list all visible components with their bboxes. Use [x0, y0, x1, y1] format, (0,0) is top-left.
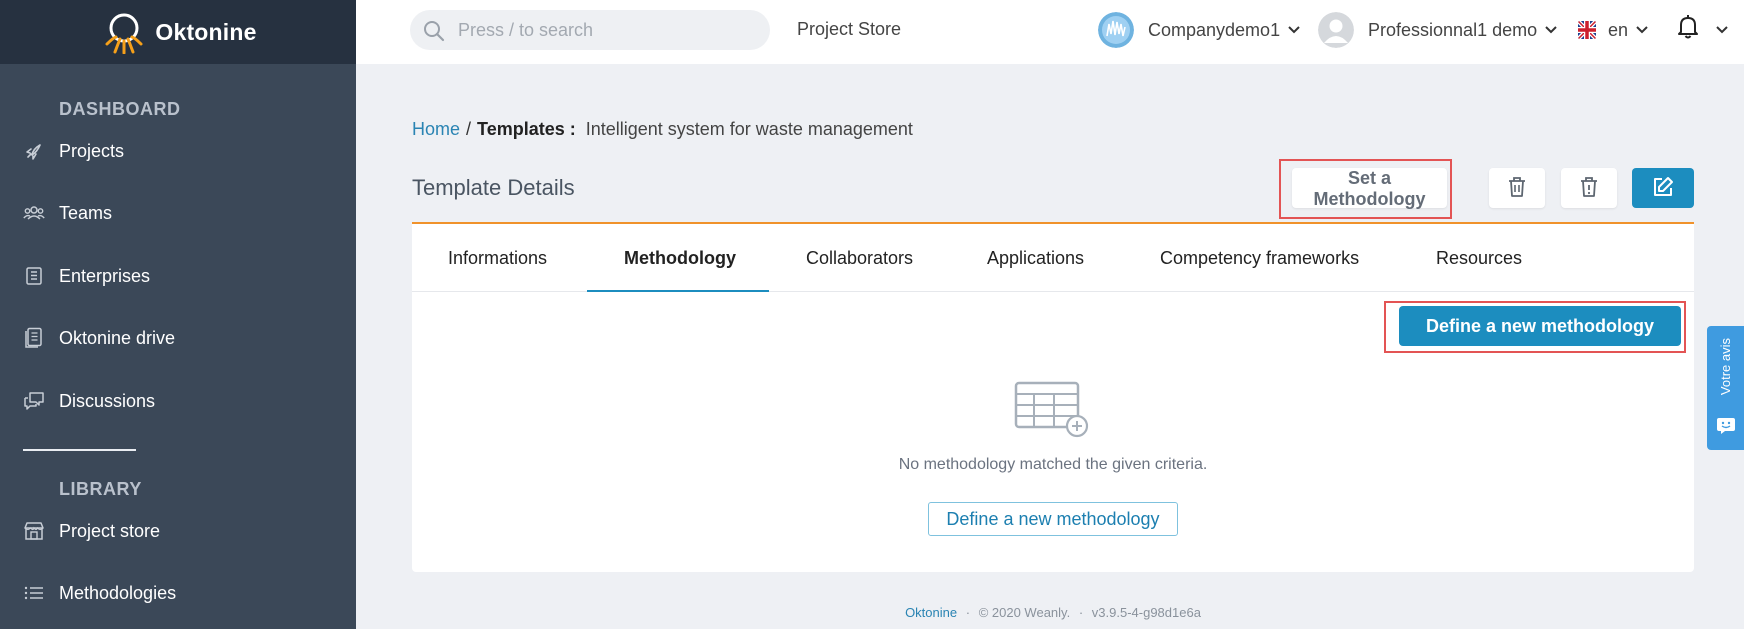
- logo[interactable]: Oktonine: [99, 10, 256, 54]
- feedback-label: Votre avis: [1718, 338, 1733, 396]
- smiley-chat-icon: [1716, 417, 1736, 440]
- delete-button[interactable]: [1489, 168, 1545, 208]
- discussion-icon: [22, 389, 46, 413]
- sidebar-item-label: Enterprises: [59, 265, 151, 286]
- tab-competency-frameworks[interactable]: Competency frameworks: [1160, 248, 1359, 269]
- company-avatar: [1098, 12, 1134, 48]
- list-icon: [22, 581, 46, 605]
- sidebar-item-teams[interactable]: Teams: [0, 193, 356, 233]
- edit-button[interactable]: [1632, 168, 1694, 208]
- sidebar-item-label: Discussions: [59, 390, 156, 411]
- footer-separator: ·: [965, 605, 971, 620]
- chevron-down-icon: [1545, 21, 1557, 39]
- page-title: Template Details: [412, 175, 575, 200]
- company-selector[interactable]: Companydemo1: [1098, 11, 1300, 49]
- trash-alert-icon: [1579, 176, 1599, 201]
- tab-collaborators[interactable]: Collaborators: [806, 248, 913, 269]
- company-name: Companydemo1: [1148, 19, 1281, 40]
- user-name: Professionnal1 demo: [1368, 19, 1538, 40]
- chevron-down-icon: [1288, 21, 1300, 39]
- sidebar-item-enterprises[interactable]: Enterprises: [0, 256, 356, 296]
- search-box[interactable]: [410, 10, 770, 50]
- rocket-icon: [22, 139, 46, 163]
- avatar: [1318, 12, 1354, 48]
- search-input[interactable]: [458, 18, 758, 42]
- sidebar-item-label: Projects: [59, 140, 125, 161]
- empty-state-message: No methodology matched the given criteri…: [898, 456, 1208, 473]
- footer-separator: ·: [1078, 605, 1084, 620]
- section-title-dashboard: DASHBOARD: [59, 99, 181, 119]
- top-bar: Project Store Companydemo1 Professionnal…: [356, 0, 1744, 64]
- sidebar-item-label: Oktonine drive: [59, 327, 176, 348]
- uk-flag-icon: [1578, 21, 1596, 39]
- set-methodology-button[interactable]: Set a Methodology: [1292, 168, 1447, 209]
- language-code: en: [1608, 19, 1629, 40]
- team-icon: [22, 201, 46, 225]
- define-methodology-button[interactable]: Define a new methodology: [1399, 306, 1681, 346]
- breadcrumb-home-link[interactable]: Home: [412, 119, 460, 140]
- sidebar-item-discussions[interactable]: Discussions: [0, 381, 356, 421]
- search-icon: [422, 19, 446, 48]
- tab-bar: Informations Methodology Collaborators A…: [412, 224, 1694, 292]
- sidebar-item-drive[interactable]: Oktonine drive: [0, 318, 356, 358]
- sidebar-item-label: Methodologies: [59, 582, 177, 603]
- user-menu[interactable]: Professionnal1 demo: [1318, 11, 1557, 49]
- tab-methodology[interactable]: Methodology: [624, 248, 736, 269]
- sidebar-item-label: Project store: [59, 520, 161, 541]
- breadcrumb-current: Intelligent system for waste management: [585, 119, 913, 139]
- footer: Oktonine · © 2020 Weanly. · v3.9.5-4-g98…: [412, 605, 1694, 620]
- trash-icon: [1507, 176, 1527, 201]
- tab-applications[interactable]: Applications: [987, 248, 1084, 269]
- sidebar-item-label: Teams: [59, 202, 113, 223]
- enterprise-icon: [22, 264, 46, 288]
- define-methodology-link-button[interactable]: Define a new methodology: [928, 502, 1178, 536]
- notifications-button[interactable]: [1676, 14, 1728, 45]
- table-add-icon: [1014, 381, 1092, 444]
- tab-resources[interactable]: Resources: [1436, 248, 1522, 269]
- footer-copyright: © 2020 Weanly.: [978, 605, 1071, 620]
- language-selector[interactable]: en: [1578, 18, 1648, 42]
- breadcrumb-separator: /: [466, 119, 472, 139]
- chevron-down-icon: [1636, 21, 1648, 39]
- footer-version: v3.9.5-4-g98d1e6a: [1091, 605, 1201, 620]
- report-delete-button[interactable]: [1561, 168, 1617, 208]
- octopus-logo-icon: [105, 13, 143, 54]
- logo-text: Oktonine: [155, 18, 257, 45]
- chevron-down-icon: [1716, 21, 1728, 39]
- logo-bar: Oktonine: [0, 0, 356, 64]
- section-title-library: LIBRARY: [59, 479, 142, 499]
- sidebar-item-projects[interactable]: Projects: [0, 131, 356, 171]
- sidebar-item-project-store[interactable]: Project store: [0, 511, 356, 551]
- bell-icon: [1676, 14, 1700, 45]
- sidebar: Oktonine DASHBOARD Projects Teams Enterp…: [0, 0, 356, 629]
- project-store-link[interactable]: Project Store: [797, 19, 901, 40]
- edit-icon: [1651, 175, 1675, 202]
- tab-informations[interactable]: Informations: [448, 248, 547, 269]
- drive-icon: [22, 326, 46, 350]
- breadcrumb-section: Templates :: [477, 119, 576, 139]
- footer-brand-link[interactable]: Oktonine: [905, 605, 957, 620]
- breadcrumb: Home / Templates : Intelligent system fo…: [412, 119, 913, 140]
- feedback-tab[interactable]: Votre avis: [1707, 326, 1744, 450]
- active-tab-indicator: [587, 290, 769, 292]
- store-icon: [22, 519, 46, 543]
- sidebar-item-methodologies[interactable]: Methodologies: [0, 573, 356, 613]
- sidebar-divider: [23, 449, 136, 451]
